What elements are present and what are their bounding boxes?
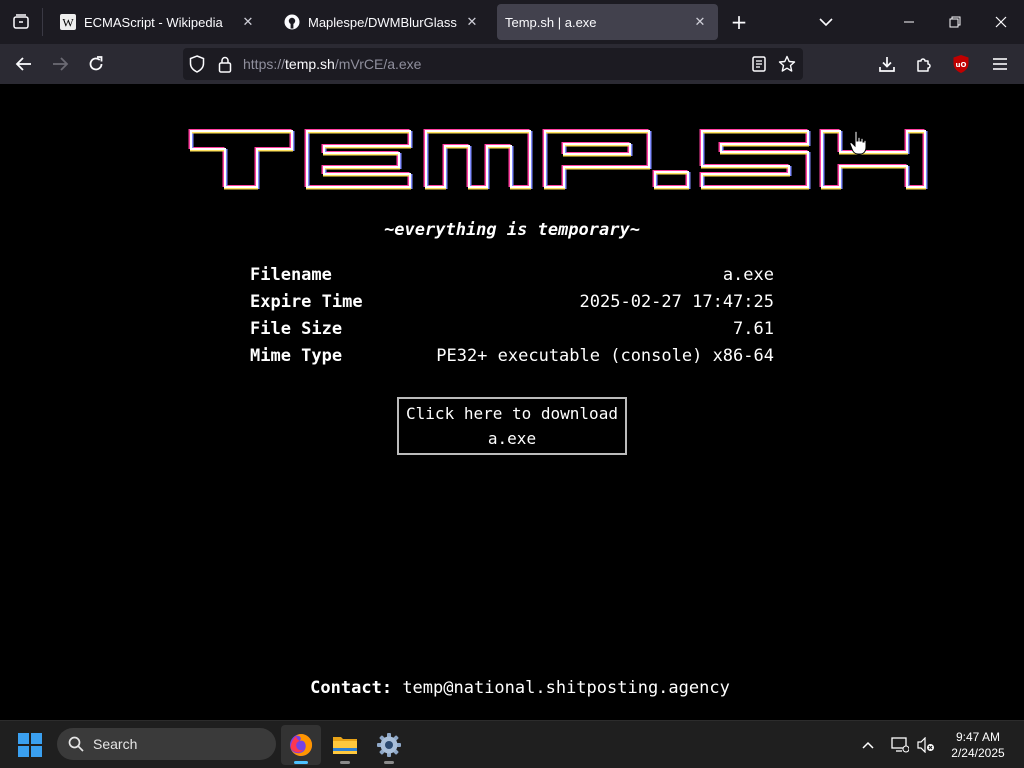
list-all-tabs-button[interactable]	[814, 10, 838, 34]
clock-date: 2/24/2025	[951, 746, 1005, 760]
windows-logo-icon	[18, 733, 29, 744]
url-text[interactable]: https://temp.sh/mVrCE/a.exe	[243, 56, 421, 72]
app-menu-button[interactable]	[984, 48, 1016, 80]
close-tab-icon[interactable]: ✕	[688, 10, 712, 34]
chevron-up-icon	[862, 741, 874, 749]
lock-icon[interactable]	[215, 54, 235, 74]
downloads-button[interactable]	[871, 48, 903, 80]
info-row-filename: Filename a.exe	[250, 264, 774, 291]
new-tab-button[interactable]: +	[727, 10, 751, 34]
speaker-muted-icon	[917, 737, 934, 753]
github-icon	[284, 14, 300, 30]
restore-button[interactable]	[932, 0, 978, 44]
tab-temp-sh[interactable]: Temp.sh | a.exe ✕	[497, 4, 718, 40]
show-hidden-icons-button[interactable]	[856, 733, 880, 757]
firefox-icon	[290, 733, 313, 756]
taskbar-firefox[interactable]	[281, 725, 321, 765]
search-icon	[68, 736, 84, 752]
search-placeholder: Search	[93, 736, 138, 752]
contact-label: Contact:	[310, 678, 393, 698]
info-row-expire-time: Expire Time 2025-02-27 17:47:25	[250, 291, 774, 318]
tab-separator	[42, 8, 43, 36]
info-value: PE32+ executable (console) x86-64	[436, 346, 774, 366]
info-label: Filename	[250, 265, 332, 285]
contact-line: Contact: temp@national.shitposting.agenc…	[0, 678, 1024, 698]
tab-strip: W ECMAScript - Wikipedia ✕ Maplespe/DWMB…	[0, 0, 1024, 44]
navigation-toolbar: https://temp.sh/mVrCE/a.exe uO	[0, 44, 1024, 84]
running-indicator	[384, 761, 394, 764]
info-value: 2025-02-27 17:47:25	[579, 292, 774, 312]
minimize-button[interactable]	[886, 0, 932, 44]
ublock-origin-button[interactable]: uO	[945, 48, 977, 80]
info-value: a.exe	[722, 265, 774, 285]
hand-cursor-icon	[849, 130, 869, 160]
address-bar[interactable]: https://temp.sh/mVrCE/a.exe	[183, 48, 803, 80]
clock-time: 9:47 AM	[955, 730, 1001, 744]
download-button-filename: a.exe	[487, 429, 537, 448]
contact-email[interactable]: temp@national.shitposting.agency	[402, 678, 730, 698]
extensions-button[interactable]	[908, 48, 940, 80]
restore-icon	[949, 16, 961, 28]
download-button[interactable]: Click here to download a.exe	[397, 397, 627, 455]
url-host: temp.sh	[285, 56, 335, 72]
tab-title: ECMAScript - Wikipedia	[84, 14, 223, 30]
tab-list-icon	[13, 14, 29, 29]
svg-text:W: W	[62, 16, 74, 30]
windows-start-button[interactable]	[18, 733, 42, 757]
hamburger-menu-icon	[993, 58, 1007, 70]
url-path: /mVrCE/a.exe	[334, 56, 422, 72]
reload-icon	[89, 56, 103, 71]
info-label: Mime Type	[250, 346, 343, 366]
chevron-down-icon	[819, 18, 833, 27]
close-window-button[interactable]	[978, 0, 1024, 44]
reader-view-icon[interactable]	[749, 54, 769, 74]
running-indicator	[340, 761, 350, 764]
close-tab-icon[interactable]: ✕	[236, 10, 260, 34]
reload-button[interactable]	[80, 48, 112, 80]
folder-icon	[333, 737, 357, 754]
site-logo	[188, 128, 928, 196]
network-monitor-icon	[891, 737, 909, 753]
ublock-origin-icon: uO	[953, 55, 969, 73]
url-prefix: https://	[243, 56, 286, 72]
tab-github[interactable]: Maplespe/DWMBlurGlass · Disc ✕	[272, 4, 490, 40]
tracking-protection-shield-icon[interactable]	[187, 54, 207, 74]
volume-button[interactable]	[914, 733, 938, 757]
taskbar-search-box[interactable]: Search	[57, 728, 276, 760]
tab-title: Maplespe/DWMBlurGlass · Disc	[308, 14, 460, 30]
taskbar-settings[interactable]	[369, 725, 409, 765]
tab-wikipedia[interactable]: W ECMAScript - Wikipedia ✕	[48, 4, 266, 40]
puzzle-piece-icon	[917, 58, 931, 72]
info-label: File Size	[250, 319, 343, 339]
tagline: ~everything is temporary~	[384, 220, 640, 240]
forward-button[interactable]	[44, 48, 76, 80]
back-button[interactable]	[8, 48, 40, 80]
info-row-file-size: File Size 7.61	[250, 318, 774, 345]
running-indicator	[294, 761, 308, 764]
minimize-icon	[904, 21, 914, 23]
info-label: Expire Time	[250, 292, 363, 312]
forward-arrow-icon	[53, 57, 69, 71]
download-icon	[879, 57, 895, 72]
settings-gear-icon	[377, 733, 401, 757]
page-content: ~everything is temporary~ Filename a.exe…	[0, 84, 1024, 720]
windows-taskbar: Search 9:47 AM 2/24/2025	[0, 720, 1024, 768]
info-value: 7.61	[733, 319, 774, 339]
tab-list-button[interactable]	[0, 0, 42, 44]
taskbar-clock[interactable]: 9:47 AM 2/24/2025	[940, 729, 1016, 761]
network-status-button[interactable]	[888, 733, 912, 757]
svg-text:uO: uO	[956, 61, 967, 69]
wikipedia-icon: W	[60, 14, 76, 30]
back-arrow-icon	[15, 57, 31, 71]
taskbar-file-explorer[interactable]	[325, 725, 365, 765]
info-row-mime-type: Mime Type PE32+ executable (console) x86…	[250, 345, 774, 372]
tab-title: Temp.sh | a.exe	[505, 14, 597, 30]
download-button-line1: Click here to download	[406, 404, 618, 423]
file-info-table: Filename a.exe Expire Time 2025-02-27 17…	[250, 264, 774, 372]
bookmark-star-icon[interactable]	[777, 54, 797, 74]
close-icon	[995, 16, 1007, 28]
close-tab-icon[interactable]: ✕	[460, 10, 484, 34]
